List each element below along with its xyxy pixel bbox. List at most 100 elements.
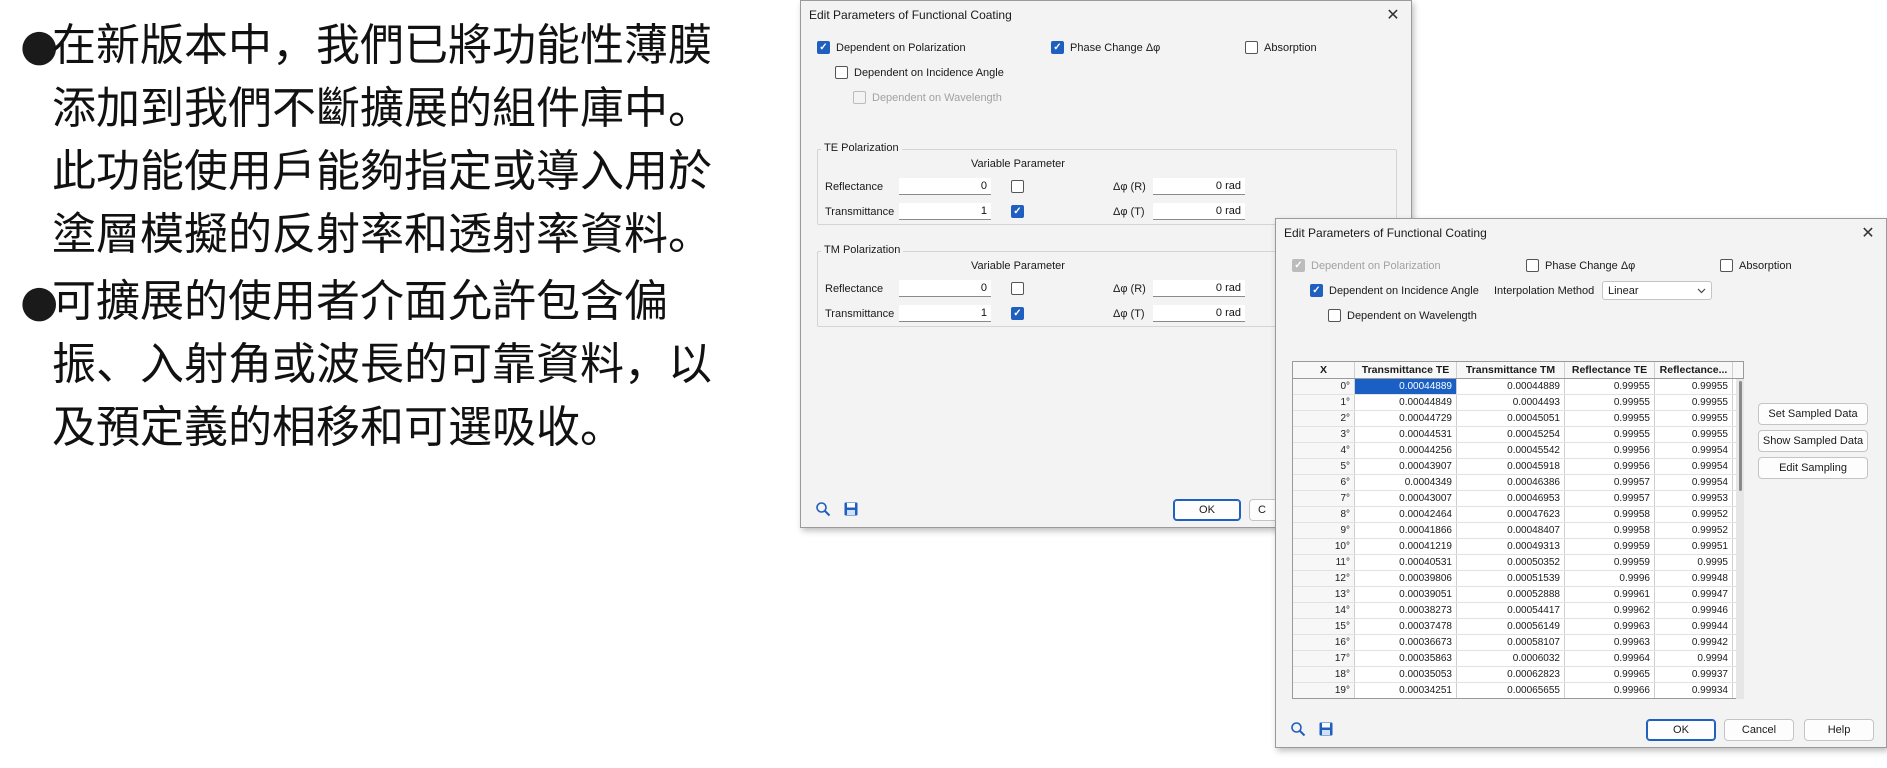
table-cell[interactable]: 0.99955 — [1565, 411, 1655, 426]
table-row-header-cell[interactable]: 1° — [1293, 395, 1355, 410]
table-cell[interactable]: 0.99957 — [1565, 491, 1655, 506]
checkbox-phase-change[interactable]: Phase Change Δφ — [1051, 41, 1160, 54]
table-row[interactable]: 14° 0.00038273 0.00054417 0.99962 0.99946 — [1293, 603, 1743, 619]
table-cell[interactable]: 0.99954 — [1655, 459, 1733, 474]
table-row-header-cell[interactable]: 11° — [1293, 555, 1355, 570]
table-row-header-cell[interactable]: 9° — [1293, 523, 1355, 538]
table-cell[interactable]: 0.00044889 — [1355, 379, 1457, 394]
te-dphi-r-input[interactable]: 0 rad — [1153, 178, 1245, 195]
table-scrollbar[interactable] — [1736, 379, 1744, 699]
table-cell[interactable]: 0.00058107 — [1457, 635, 1565, 650]
table-cell[interactable]: 0.0006032 — [1457, 651, 1565, 666]
table-cell[interactable]: 0.00035863 — [1355, 651, 1457, 666]
checkbox-dependent-incidence-angle[interactable]: Dependent on Incidence Angle — [1310, 284, 1479, 297]
table-cell[interactable]: 0.00043007 — [1355, 491, 1457, 506]
table-cell[interactable]: 0.99942 — [1655, 635, 1733, 650]
table-cell[interactable]: 0.99959 — [1565, 555, 1655, 570]
table-row[interactable]: 12° 0.00039806 0.00051539 0.9996 0.99948 — [1293, 571, 1743, 587]
table-cell[interactable]: 0.99947 — [1655, 587, 1733, 602]
table-row[interactable]: 19° 0.00034251 0.00065655 0.99966 0.99934 — [1293, 683, 1743, 698]
table-row-header-cell[interactable]: 14° — [1293, 603, 1355, 618]
checkbox-dependent-polarization[interactable]: Dependent on Polarization — [817, 41, 966, 54]
table-row[interactable]: 18° 0.00035053 0.00062823 0.99965 0.99937 — [1293, 667, 1743, 683]
table-cell[interactable]: 0.00042464 — [1355, 507, 1457, 522]
table-header-x[interactable]: X — [1293, 362, 1355, 378]
table-row-header-cell[interactable]: 0° — [1293, 379, 1355, 394]
table-cell[interactable]: 0.9994 — [1655, 651, 1733, 666]
table-cell[interactable]: 0.00034251 — [1355, 683, 1457, 698]
table-row[interactable]: 2° 0.00044729 0.00045051 0.99955 0.99955 — [1293, 411, 1743, 427]
table-row-header-cell[interactable]: 7° — [1293, 491, 1355, 506]
table-row[interactable]: 4° 0.00044256 0.00045542 0.99956 0.99954 — [1293, 443, 1743, 459]
table-cell[interactable]: 0.00048407 — [1457, 523, 1565, 538]
table-cell[interactable]: 0.99956 — [1565, 443, 1655, 458]
checkbox-box[interactable] — [1310, 284, 1323, 297]
table-cell[interactable]: 0.00045542 — [1457, 443, 1565, 458]
table-row[interactable]: 16° 0.00036673 0.00058107 0.99963 0.99942 — [1293, 635, 1743, 651]
table-row[interactable]: 1° 0.00044849 0.0004493 0.99955 0.99955 — [1293, 395, 1743, 411]
table-cell[interactable]: 0.99952 — [1655, 507, 1733, 522]
set-sampled-data-button[interactable]: Set Sampled Data — [1758, 403, 1868, 425]
table-cell[interactable]: 0.00041219 — [1355, 539, 1457, 554]
checkbox-box[interactable] — [1526, 259, 1539, 272]
table-cell[interactable]: 0.0004493 — [1457, 395, 1565, 410]
ok-button[interactable]: OK — [1173, 499, 1241, 521]
table-cell[interactable]: 0.00040531 — [1355, 555, 1457, 570]
tm-dphi-t-input[interactable]: 0 rad — [1153, 305, 1245, 322]
table-cell[interactable]: 0.00056149 — [1457, 619, 1565, 634]
table-cell[interactable]: 0.99957 — [1565, 475, 1655, 490]
checkbox-dependent-wavelength[interactable]: Dependent on Wavelength — [1328, 309, 1477, 322]
table-cell[interactable]: 0.9995 — [1655, 555, 1733, 570]
table-cell[interactable]: 0.99955 — [1655, 379, 1733, 394]
table-cell[interactable]: 0.00044849 — [1355, 395, 1457, 410]
checkbox-box[interactable] — [1720, 259, 1733, 272]
table-cell[interactable]: 0.99934 — [1655, 683, 1733, 698]
table-row-header-cell[interactable]: 6° — [1293, 475, 1355, 490]
table-cell[interactable]: 0.99961 — [1565, 587, 1655, 602]
table-row[interactable]: 8° 0.00042464 0.00047623 0.99958 0.99952 — [1293, 507, 1743, 523]
table-cell[interactable]: 0.00038273 — [1355, 603, 1457, 618]
table-cell[interactable]: 0.00035053 — [1355, 667, 1457, 682]
table-row[interactable]: 0° 0.00044889 0.00044889 0.99955 0.99955 — [1293, 379, 1743, 395]
cancel-button[interactable]: Cancel — [1724, 719, 1794, 741]
table-row[interactable]: 5° 0.00043907 0.00045918 0.99956 0.99954 — [1293, 459, 1743, 475]
table-row-header-cell[interactable]: 12° — [1293, 571, 1355, 586]
help-button[interactable]: Help — [1804, 719, 1874, 741]
table-row-header-cell[interactable]: 19° — [1293, 683, 1355, 698]
tm-dphi-r-input[interactable]: 0 rad — [1153, 280, 1245, 297]
table-cell[interactable]: 0.99944 — [1655, 619, 1733, 634]
table-cell[interactable]: 0.99955 — [1565, 379, 1655, 394]
tm-reflectance-variable-checkbox[interactable] — [1011, 282, 1024, 295]
table-cell[interactable]: 0.00039806 — [1355, 571, 1457, 586]
table-cell[interactable]: 0.00044889 — [1457, 379, 1565, 394]
table-cell[interactable]: 0.99954 — [1655, 443, 1733, 458]
table-cell[interactable]: 0.00051539 — [1457, 571, 1565, 586]
scrollbar-thumb[interactable] — [1739, 381, 1742, 491]
te-reflectance-variable-checkbox[interactable] — [1011, 180, 1024, 193]
table-cell[interactable]: 0.99953 — [1655, 491, 1733, 506]
table-cell[interactable]: 0.00045254 — [1457, 427, 1565, 442]
table-row-header-cell[interactable]: 3° — [1293, 427, 1355, 442]
table-cell[interactable]: 0.99955 — [1565, 427, 1655, 442]
table-cell[interactable]: 0.00046953 — [1457, 491, 1565, 506]
table-cell[interactable]: 0.99965 — [1565, 667, 1655, 682]
table-cell[interactable]: 0.99956 — [1565, 459, 1655, 474]
table-row-header-cell[interactable]: 17° — [1293, 651, 1355, 666]
table-cell[interactable]: 0.99946 — [1655, 603, 1733, 618]
table-cell[interactable]: 0.0004349 — [1355, 475, 1457, 490]
table-cell[interactable]: 0.00052888 — [1457, 587, 1565, 602]
checkbox-box[interactable] — [835, 66, 848, 79]
te-dphi-t-input[interactable]: 0 rad — [1153, 203, 1245, 220]
table-row[interactable]: 3° 0.00044531 0.00045254 0.99955 0.99955 — [1293, 427, 1743, 443]
table-cell[interactable]: 0.99951 — [1655, 539, 1733, 554]
table-cell[interactable]: 0.00044531 — [1355, 427, 1457, 442]
tm-reflectance-input[interactable]: 0 — [899, 280, 991, 297]
checkbox-phase-change[interactable]: Phase Change Δφ — [1526, 259, 1635, 272]
table-row[interactable]: 9° 0.00041866 0.00048407 0.99958 0.99952 — [1293, 523, 1743, 539]
interpolation-method-select[interactable]: Linear — [1602, 281, 1712, 300]
table-row[interactable]: 13° 0.00039051 0.00052888 0.99961 0.99947 — [1293, 587, 1743, 603]
checkbox-absorption[interactable]: Absorption — [1245, 41, 1317, 54]
table-row-header-cell[interactable]: 13° — [1293, 587, 1355, 602]
table-header-reflectance-te[interactable]: Reflectance TE — [1565, 362, 1655, 378]
table-cell[interactable]: 0.99962 — [1565, 603, 1655, 618]
